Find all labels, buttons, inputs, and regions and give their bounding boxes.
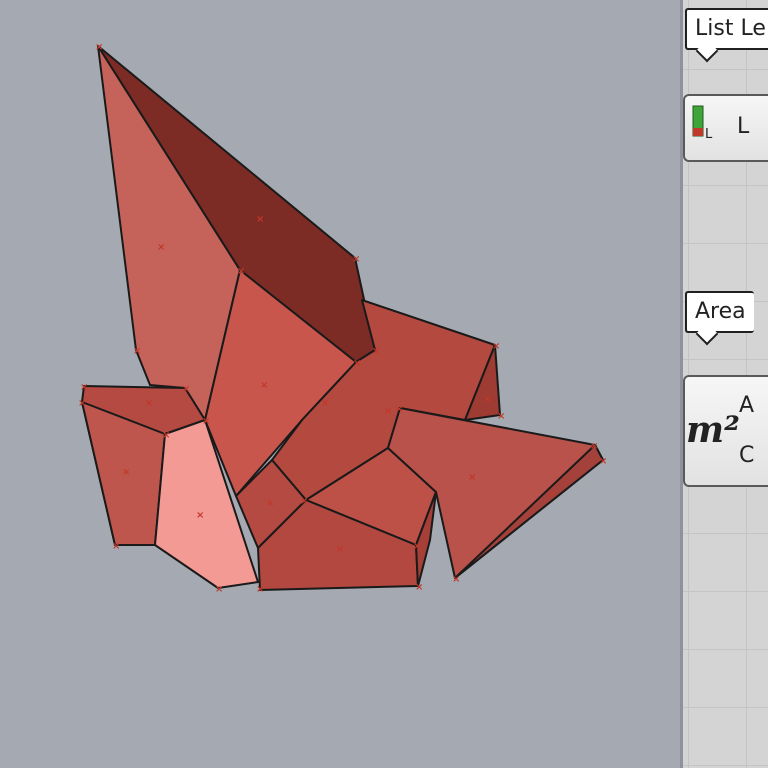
svg-text:×: × <box>157 242 165 253</box>
svg-text:×: × <box>336 544 344 555</box>
svg-text:×: × <box>182 384 190 395</box>
svg-text:×: × <box>300 496 308 507</box>
svg-text:×: × <box>352 254 360 265</box>
svg-text:×: × <box>122 467 130 478</box>
svg-text:×: × <box>256 214 264 225</box>
svg-text:×: × <box>237 266 245 277</box>
svg-text:×: × <box>95 42 103 53</box>
svg-text:×: × <box>133 346 141 357</box>
svg-text:×: × <box>78 398 86 409</box>
svg-text:×: × <box>112 541 120 552</box>
svg-text:×: × <box>162 430 170 441</box>
svg-text:×: × <box>452 574 460 585</box>
area-output-centroid[interactable]: C <box>739 443 754 468</box>
svg-text:×: × <box>80 382 88 393</box>
area-icon: m² <box>686 409 740 451</box>
svg-text:×: × <box>353 358 361 369</box>
svg-text:×: × <box>372 346 380 357</box>
svg-text:×: × <box>321 398 329 409</box>
svg-text:×: × <box>202 416 210 427</box>
svg-text:×: × <box>599 456 607 467</box>
svg-text:×: × <box>145 398 153 409</box>
svg-text:×: × <box>590 441 598 452</box>
area-component[interactable]: m² A C <box>683 375 768 487</box>
svg-text:×: × <box>483 394 491 405</box>
list-length-icon: L <box>692 105 713 140</box>
list-length-component[interactable]: L L <box>683 94 768 162</box>
svg-text:×: × <box>548 489 556 500</box>
svg-text:×: × <box>256 584 264 595</box>
svg-text:×: × <box>196 510 204 521</box>
rock-mesh[interactable]: × × × × × × × × × × × × × × × × × × × × … <box>0 0 680 768</box>
svg-text:L: L <box>705 127 713 140</box>
rhino-viewport[interactable]: × × × × × × × × × × × × × × × × × × × × … <box>0 0 680 768</box>
tooltip-list-length-text: List Le <box>695 16 766 41</box>
grasshopper-canvas[interactable]: List Le L L Area m² A C <box>683 0 768 768</box>
tooltip-area-text: Area <box>695 299 746 324</box>
svg-text:×: × <box>260 380 268 391</box>
tooltip-list-length: List Le <box>685 8 768 50</box>
svg-text:×: × <box>415 582 423 593</box>
area-output-area[interactable]: A <box>739 393 754 418</box>
list-length-input-label[interactable]: L <box>737 114 749 139</box>
svg-text:×: × <box>266 498 274 509</box>
svg-text:×: × <box>384 406 392 417</box>
svg-text:×: × <box>492 341 500 352</box>
tooltip-area: Area <box>685 291 754 333</box>
svg-text:×: × <box>413 541 421 552</box>
svg-text:×: × <box>468 472 476 483</box>
svg-text:×: × <box>215 584 223 595</box>
svg-text:×: × <box>395 404 403 415</box>
svg-text:×: × <box>497 411 505 422</box>
